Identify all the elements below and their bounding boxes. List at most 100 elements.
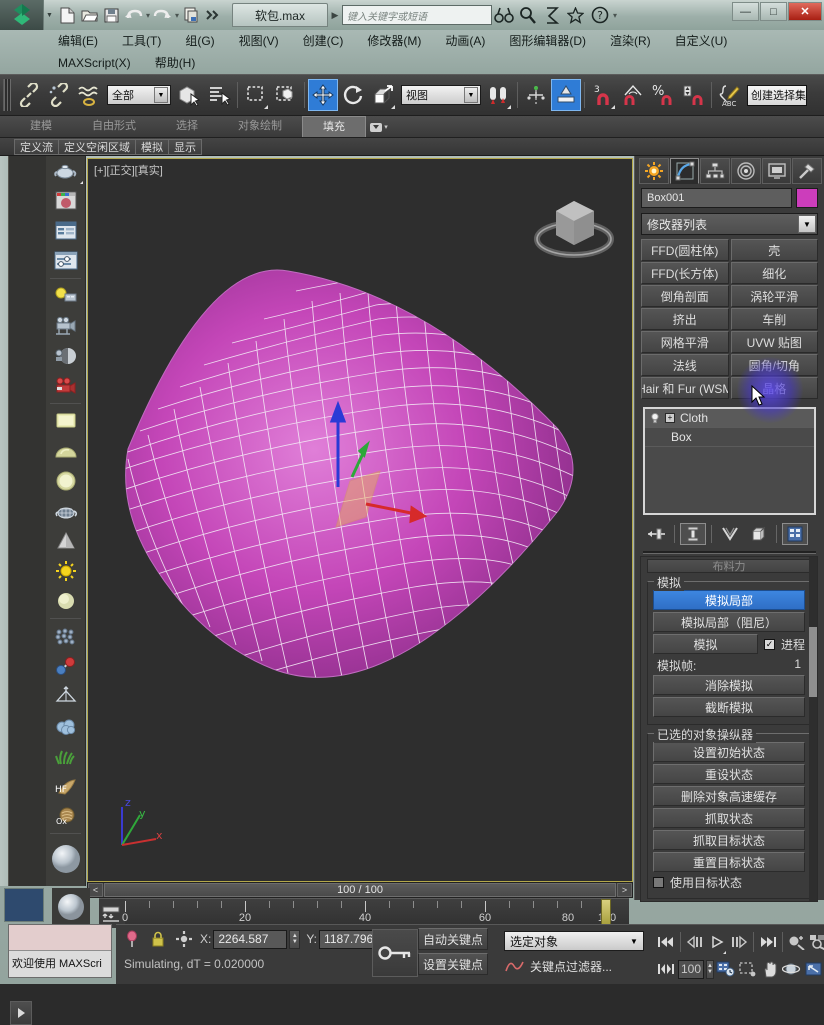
maximize-button[interactable]: □: [760, 2, 787, 21]
time-configuration-icon[interactable]: [716, 957, 736, 981]
ribbon-tab-populate[interactable]: 填充: [302, 116, 366, 137]
undo-icon[interactable]: [123, 5, 144, 26]
ox-hair-icon[interactable]: Ox: [46, 801, 86, 831]
reset-state-button[interactable]: 重设状态: [653, 764, 805, 784]
goto-end-icon[interactable]: [758, 930, 778, 954]
modifier-turbosmooth[interactable]: 涡轮平滑: [730, 285, 818, 307]
simulate-local-button[interactable]: 模拟局部: [653, 590, 805, 610]
menu-animation[interactable]: 动画(A): [433, 30, 497, 52]
ribbon-tab-freeform[interactable]: 自由形式: [72, 116, 156, 137]
file-tab[interactable]: 软包.max: [231, 3, 328, 27]
sun-light-icon[interactable]: [46, 556, 86, 586]
rollout-scrollbar[interactable]: [809, 557, 817, 901]
menu-edit[interactable]: 编辑(E): [46, 30, 110, 52]
selection-filter-combo[interactable]: 全部 ▼: [107, 85, 171, 105]
modifier-lathe[interactable]: 车削: [730, 308, 818, 330]
ribbon-options-dropdown[interactable]: ▾: [366, 117, 392, 137]
menu-customize[interactable]: 自定义(U): [663, 30, 740, 52]
star-icon[interactable]: [564, 3, 588, 27]
list-window-icon[interactable]: [46, 216, 86, 246]
erase-simulation-button[interactable]: 消除模拟: [653, 675, 805, 695]
progress-checkbox[interactable]: ✓: [763, 638, 775, 650]
object-color-swatch[interactable]: [796, 188, 818, 208]
new-file-icon[interactable]: [57, 5, 78, 26]
object-name-input[interactable]: Box001: [641, 188, 792, 208]
set-key-button[interactable]: 设置关键点: [418, 953, 488, 975]
close-button[interactable]: ✕: [788, 2, 822, 21]
ribbon-sub-define-flow[interactable]: 定义流: [14, 138, 59, 155]
rect-selection-region-icon[interactable]: [241, 79, 271, 111]
rollout-scroll-thumb[interactable]: [809, 627, 817, 697]
file-tab-arrow-icon[interactable]: ▶: [328, 10, 342, 21]
modifier-uvw-map[interactable]: UVW 贴图: [730, 331, 818, 353]
spinner-snap-icon[interactable]: [678, 79, 708, 111]
key-mode-toggle-icon[interactable]: [656, 957, 676, 981]
current-frame-input[interactable]: 100: [678, 959, 705, 979]
truncate-simulation-button[interactable]: 截断模拟: [653, 697, 805, 717]
grass-icon[interactable]: [46, 741, 86, 771]
key-toggle-button[interactable]: [372, 929, 418, 977]
ribbon-sub-define-idle-area[interactable]: 定义空闲区域: [58, 138, 136, 155]
create-tab[interactable]: [639, 158, 669, 184]
delete-object-cache-button[interactable]: 删除对象高速缓存: [653, 786, 805, 806]
curve-filter-icon[interactable]: [504, 957, 526, 975]
time-slider-handle[interactable]: [601, 899, 611, 925]
render-camera-icon[interactable]: [46, 371, 86, 401]
select-and-move-icon[interactable]: [308, 79, 338, 111]
undo-dropdown-icon[interactable]: ▾: [145, 11, 151, 20]
ribbon-tab-selection[interactable]: 选择: [156, 116, 218, 137]
modifier-normal[interactable]: 法线: [641, 354, 729, 376]
pin-icon[interactable]: [122, 929, 142, 949]
x-value-input[interactable]: 2264.587: [213, 929, 288, 949]
slider-window-icon[interactable]: [46, 246, 86, 276]
modifier-extrude[interactable]: 挤出: [641, 308, 729, 330]
material-preview-icon[interactable]: [46, 186, 86, 216]
ribbon-tab-modeling[interactable]: 建模: [10, 116, 72, 137]
viewcube[interactable]: [526, 181, 622, 273]
select-object-icon[interactable]: [174, 79, 204, 111]
pin-stack-icon[interactable]: [643, 523, 669, 545]
magnifier-icon[interactable]: [516, 3, 540, 27]
menu-help[interactable]: 帮助(H): [143, 52, 208, 74]
menu-views[interactable]: 视图(V): [227, 30, 291, 52]
save-file-icon[interactable]: [101, 5, 122, 26]
percent-snap-icon[interactable]: %: [648, 79, 678, 111]
select-and-scale-icon[interactable]: [368, 79, 398, 111]
modifier-tessellate[interactable]: 细化: [730, 262, 818, 284]
grab-state-button[interactable]: 抓取状态: [653, 808, 805, 828]
play-animation-icon[interactable]: [707, 930, 727, 954]
x-spinner[interactable]: ▲ ▼: [289, 929, 301, 949]
mesh-teapot-icon[interactable]: [46, 496, 86, 526]
ribbon-tab-object-paint[interactable]: 对象绘制: [218, 116, 302, 137]
key-mode-combo[interactable]: 选定对象 ▼: [504, 931, 644, 951]
menu-modifiers[interactable]: 修改器(M): [355, 30, 433, 52]
project-folder-icon[interactable]: [181, 5, 202, 26]
motion-tab[interactable]: [731, 158, 761, 184]
light-bulb-icon[interactable]: [650, 412, 660, 424]
application-menu-button[interactable]: [0, 0, 44, 30]
modifier-lattice[interactable]: 晶格: [730, 377, 818, 399]
modifier-stack[interactable]: + Cloth Box: [643, 407, 816, 515]
use-pivot-point-center-icon[interactable]: [484, 79, 514, 111]
make-unique-icon[interactable]: [717, 523, 743, 545]
space-warp-icon[interactable]: [46, 681, 86, 711]
next-frame-icon[interactable]: [729, 930, 749, 954]
ribbon-sub-display[interactable]: 显示: [168, 138, 202, 155]
modifier-shell[interactable]: 壳: [730, 239, 818, 261]
viewport-frame-scrollbar[interactable]: < 100 / 100 >: [87, 882, 633, 898]
previous-frame-icon[interactable]: [685, 930, 705, 954]
molecule-icon[interactable]: [46, 651, 86, 681]
hierarchy-tab[interactable]: [700, 158, 731, 184]
select-link-icon[interactable]: [14, 79, 44, 111]
pan-view-icon[interactable]: [760, 957, 780, 981]
expand-plus-icon[interactable]: +: [665, 413, 675, 423]
time-config-toggle-icon[interactable]: [99, 902, 123, 926]
modifier-hair-and-fur[interactable]: Hair 和 Fur (WSM: [641, 377, 729, 399]
frame-spinner[interactable]: ▲ ▼: [706, 959, 714, 979]
chevron-down-icon[interactable]: ▼: [798, 215, 816, 233]
modifier-fillet-chamfer[interactable]: 圆角/切角: [730, 354, 818, 376]
plane-primitive-icon[interactable]: [46, 406, 86, 436]
menu-graph-editors[interactable]: 图形编辑器(D): [497, 30, 598, 52]
bind-space-warp-icon[interactable]: [74, 79, 104, 111]
menu-tools[interactable]: 工具(T): [110, 30, 173, 52]
